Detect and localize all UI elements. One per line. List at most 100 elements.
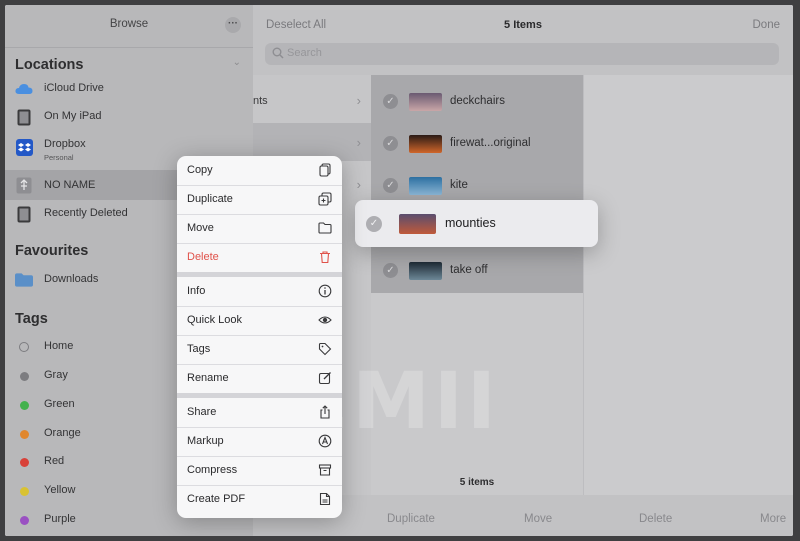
image-thumbnail — [409, 262, 442, 280]
sidebar-item-on-my-ipad[interactable]: On My iPad — [5, 103, 253, 131]
menu-item-copy[interactable]: Copy — [177, 156, 342, 186]
sidebar-more-button[interactable]: ··· — [225, 17, 241, 33]
delete-toolbar-button[interactable]: Delete — [639, 513, 672, 525]
checkmark-icon[interactable]: ✓ — [383, 263, 398, 278]
pdf-icon — [319, 492, 331, 506]
menu-item-label: Share — [187, 406, 217, 418]
sidebar-item-label: Recently Deleted — [44, 207, 128, 219]
pencil-icon — [318, 372, 331, 385]
archive-icon — [318, 464, 332, 476]
folder-icon — [15, 272, 33, 288]
sidebar-item-icloud-drive[interactable]: iCloud Drive — [5, 75, 253, 103]
chevron-right-icon: › — [356, 135, 361, 150]
section-locations[interactable]: Locations — [15, 57, 83, 73]
cloud-icon — [15, 81, 33, 97]
tag-dot-icon — [15, 426, 33, 442]
context-menu: Copy Duplicate Move Delete Info Quick Lo… — [177, 156, 342, 518]
search-placeholder: Search — [287, 47, 322, 59]
file-row-take-off[interactable]: ✓ take off — [371, 250, 583, 292]
sidebar-header: Browse ··· — [5, 5, 253, 48]
image-thumbnail — [409, 177, 442, 195]
tag-icon — [318, 342, 332, 356]
menu-item-label: Quick Look — [187, 314, 243, 326]
menu-item-label: Rename — [187, 372, 229, 384]
checkmark-icon: ✓ — [366, 216, 382, 232]
menu-item-info[interactable]: Info — [177, 277, 342, 307]
tag-circle-empty-icon — [15, 339, 33, 355]
menu-item-quick-look[interactable]: Quick Look — [177, 306, 342, 336]
menu-item-share[interactable]: Share — [177, 398, 342, 428]
folder-icon — [318, 222, 332, 234]
search-field[interactable]: Search — [265, 43, 779, 65]
chevron-right-icon: › — [356, 177, 361, 192]
checkmark-icon[interactable]: ✓ — [383, 94, 398, 109]
menu-item-label: Tags — [187, 343, 211, 355]
folder-name-fragment[interactable]: nts — [253, 95, 268, 107]
dropbox-icon — [15, 138, 33, 156]
move-toolbar-button[interactable]: Move — [524, 513, 552, 525]
section-favourites[interactable]: Favourites — [15, 243, 88, 259]
usb-drive-icon — [15, 177, 33, 193]
tag-dot-icon — [15, 483, 33, 499]
duplicate-toolbar-button[interactable]: Duplicate — [387, 513, 435, 525]
file-name: mounties — [445, 216, 496, 230]
menu-item-label: Compress — [187, 464, 238, 476]
sidebar-item-label: Dropbox — [44, 138, 86, 150]
menu-item-markup[interactable]: Markup — [177, 427, 342, 457]
menu-item-rename[interactable]: Rename — [177, 364, 342, 394]
menu-item-label: Copy — [187, 164, 213, 176]
checkmark-icon[interactable]: ✓ — [383, 136, 398, 151]
chevron-down-icon[interactable]: ⌄ — [233, 57, 241, 68]
menu-item-duplicate[interactable]: Duplicate — [177, 185, 342, 215]
item-count-footer: 5 items — [459, 477, 495, 488]
tag-dot-icon — [15, 397, 33, 413]
image-thumbnail — [409, 135, 442, 153]
done-button[interactable]: Done — [753, 19, 781, 31]
menu-item-delete[interactable]: Delete — [177, 243, 342, 273]
menu-item-label: Move — [187, 222, 214, 234]
image-thumbnail — [399, 214, 436, 234]
sidebar-item-label: Home — [44, 340, 74, 352]
sidebar-item-label: Green — [44, 398, 75, 410]
sidebar-title: Browse — [109, 18, 149, 30]
file-row-firewat-original[interactable]: ✓ firewat...original — [371, 123, 583, 165]
checkmark-icon[interactable]: ✓ — [383, 178, 398, 193]
file-name: take off — [450, 264, 488, 276]
preview-column — [583, 75, 793, 495]
more-toolbar-button[interactable]: More — [760, 513, 786, 525]
tag-dot-icon — [15, 454, 33, 470]
eye-icon — [318, 316, 332, 324]
sidebar-item-label: Downloads — [44, 273, 99, 285]
trash-icon — [15, 206, 33, 222]
sidebar-item-label: Gray — [44, 369, 68, 381]
sidebar-item-label: On My iPad — [44, 110, 102, 122]
menu-item-tags[interactable]: Tags — [177, 335, 342, 365]
markup-icon — [318, 434, 332, 448]
file-name: firewat...original — [450, 137, 531, 149]
sidebar-item-label: iCloud Drive — [44, 82, 104, 94]
menu-item-label: Create PDF — [187, 493, 246, 505]
file-row-deckchairs[interactable]: ✓ deckchairs — [371, 81, 583, 123]
menu-item-compress[interactable]: Compress — [177, 456, 342, 486]
file-name: deckchairs — [450, 95, 505, 107]
sidebar-item-label: Red — [44, 455, 65, 467]
sidebar-item-label: Yellow — [44, 484, 76, 496]
share-icon — [320, 405, 330, 419]
section-tags[interactable]: Tags — [15, 311, 48, 327]
menu-item-label: Info — [187, 285, 206, 297]
sidebar-item-label: Orange — [44, 427, 81, 439]
menu-item-move[interactable]: Move — [177, 214, 342, 244]
ipad-icon — [15, 109, 33, 125]
file-name: kite — [450, 179, 468, 191]
search-icon — [272, 47, 284, 59]
menu-item-label: Duplicate — [187, 193, 233, 205]
duplicate-icon — [318, 192, 332, 206]
dragged-file-preview[interactable]: ✓ mounties — [355, 200, 598, 247]
image-thumbnail — [409, 93, 442, 111]
sidebar-item-label: Purple — [44, 513, 76, 525]
tag-dot-icon — [15, 512, 33, 528]
menu-item-create-pdf[interactable]: Create PDF — [177, 485, 342, 514]
top-bar: Deselect All 5 Items Done — [253, 5, 793, 45]
menu-item-label: Delete — [187, 251, 219, 263]
tag-dot-icon — [15, 368, 33, 384]
